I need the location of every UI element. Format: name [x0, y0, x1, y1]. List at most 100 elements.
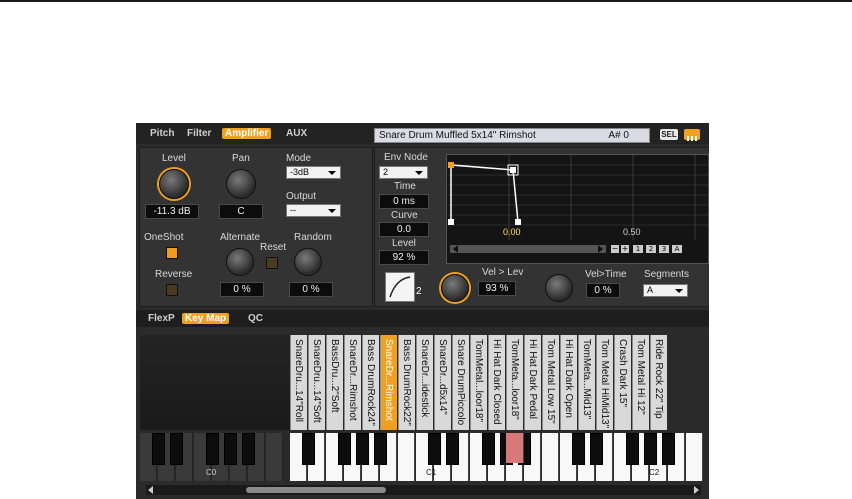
oneshot-toggle[interactable] — [166, 247, 178, 259]
sample-slot[interactable]: Snare DrumPiccolo — [452, 335, 469, 430]
sampler-editor: Pitch Filter Amplifier AUX Snare Drum Mu… — [136, 123, 709, 499]
segments-label: Segments — [644, 269, 690, 280]
sample-slot[interactable]: SnareDr...idestick — [416, 335, 433, 430]
scroll-right-arrow[interactable] — [694, 486, 699, 494]
sample-slot[interactable]: SnareDr...d5x14" — [434, 335, 451, 430]
key-map-scrollbar[interactable] — [146, 485, 701, 495]
vel-lev-knob[interactable] — [441, 274, 469, 302]
tab-key-map[interactable]: Key Map — [182, 313, 230, 324]
env-node-dropdown[interactable]: 2 — [379, 166, 428, 179]
piano-key-black[interactable] — [224, 433, 237, 465]
sample-slot[interactable]: Hi Hat Dark Closed — [488, 335, 505, 430]
octave-label-c2: C2 — [649, 468, 660, 477]
piano-key-black[interactable] — [338, 433, 351, 465]
sample-name: SnareDr...d5x14" — [437, 339, 448, 415]
piano-key-black[interactable] — [626, 433, 639, 465]
random-knob[interactable] — [294, 248, 322, 276]
tab-qc[interactable]: QC — [248, 313, 263, 324]
envelope-graph[interactable]: 0.00 0.50 − + 1 2 3 A — [446, 154, 709, 264]
zone-name: Snare Drum Muffled 5x14" Rimshot — [379, 130, 536, 141]
piano-key-black[interactable] — [170, 433, 183, 465]
tab-aux[interactable]: AUX — [286, 128, 307, 139]
tab-pitch[interactable]: Pitch — [150, 128, 174, 139]
piano-key-black[interactable] — [482, 433, 495, 465]
top-divider — [0, 0, 852, 2]
sample-name: TomMeta...Mid13" — [581, 339, 592, 420]
sample-slot[interactable]: Bass DrumRock24" — [362, 335, 379, 430]
sample-slot[interactable]: BassDru...2"Soft — [326, 335, 343, 430]
output-dropdown[interactable]: -- — [286, 204, 341, 217]
vel-lev-value[interactable]: 93 % — [478, 281, 516, 296]
octave-label-c1: C1 — [426, 468, 437, 477]
zoom-out-button[interactable]: − — [611, 245, 619, 253]
sample-slot[interactable]: SnareDru...14"Soft — [308, 335, 325, 430]
graph-button-1[interactable]: 1 — [633, 245, 643, 253]
random-value[interactable]: 0 % — [289, 282, 333, 297]
curve-value[interactable]: 0.0 — [379, 222, 429, 237]
graph-button-2[interactable]: 2 — [646, 245, 656, 253]
level-knob[interactable] — [159, 169, 189, 199]
piano-key-white[interactable] — [542, 433, 559, 481]
piano-key-black[interactable] — [356, 433, 369, 465]
piano-key-black[interactable] — [446, 433, 459, 465]
alternate-value[interactable]: 0 % — [220, 282, 264, 297]
reverse-toggle[interactable] — [166, 284, 178, 296]
piano-key-black[interactable] — [428, 433, 441, 465]
sample-slot[interactable]: Crash Dark 15" — [614, 335, 631, 430]
keyboard-icon[interactable] — [684, 129, 700, 141]
graph-button-3[interactable]: 3 — [659, 245, 669, 253]
zoom-in-button[interactable]: + — [621, 245, 629, 253]
piano-key-black[interactable] — [206, 433, 219, 465]
sample-slot[interactable]: SnareDr...Rimshot — [344, 335, 361, 430]
sample-slot-selected[interactable]: SnareDr...Rimshot — [380, 335, 397, 430]
pan-value[interactable]: C — [219, 204, 263, 219]
piano-key-black[interactable] — [572, 433, 585, 465]
segments-dropdown[interactable]: A — [643, 284, 688, 297]
piano-key-white[interactable] — [398, 433, 415, 481]
piano-key-black[interactable] — [644, 433, 657, 465]
alternate-knob[interactable] — [226, 248, 254, 276]
level-value[interactable]: -11.3 dB — [145, 204, 199, 219]
sample-slot[interactable]: Bass DrumRock22" — [398, 335, 415, 430]
scroll-thumb[interactable] — [246, 487, 386, 493]
piano-key-black[interactable] — [662, 433, 675, 465]
curve-shape-button[interactable] — [385, 272, 415, 302]
piano-key-black[interactable] — [590, 433, 603, 465]
tab-filter[interactable]: Filter — [187, 128, 211, 139]
zone-name-field[interactable]: Snare Drum Muffled 5x14" Rimshot A# 0 — [374, 128, 650, 143]
time-value[interactable]: 0 ms — [379, 194, 429, 209]
tab-flexp[interactable]: FlexP — [148, 313, 175, 324]
piano-key-black[interactable] — [242, 433, 255, 465]
sample-name: Bass DrumRock24" — [365, 339, 376, 426]
mode-dropdown[interactable]: -3dB — [286, 166, 341, 179]
piano-key-white[interactable] — [686, 433, 703, 481]
sample-slot[interactable]: Tom Metal Low 15" — [542, 335, 559, 430]
graph-button-a[interactable]: A — [672, 245, 682, 253]
pan-knob[interactable] — [226, 169, 256, 199]
sample-slot[interactable]: TomMeta...Mid13" — [578, 335, 595, 430]
sel-button[interactable]: SEL — [660, 129, 678, 140]
sample-slot[interactable]: Tom Metal HiMid13" — [596, 335, 613, 430]
piano-key-black[interactable] — [152, 433, 165, 465]
piano-key-black[interactable] — [302, 433, 315, 465]
vel-time-knob[interactable] — [545, 274, 573, 302]
scroll-left-arrow[interactable] — [148, 486, 153, 494]
sample-slot[interactable]: TomMeta...loor18" — [506, 335, 523, 430]
piano-key-black[interactable] — [374, 433, 387, 465]
reset-button[interactable] — [266, 257, 278, 269]
piano-key-white[interactable] — [266, 433, 283, 481]
sample-slot[interactable]: Hi Hat Dark Pedal — [524, 335, 541, 430]
piano-key-pressed[interactable] — [506, 433, 524, 463]
empty-mapping-area — [140, 335, 290, 430]
level-label: Level — [162, 153, 186, 164]
sample-slot[interactable]: SnareDru...14"Roll — [290, 335, 307, 430]
sample-slot[interactable]: Ride Rock 22" Tip — [650, 335, 667, 430]
sample-slot[interactable]: Hi Hat Dark Open — [560, 335, 577, 430]
sample-slot[interactable]: Tom Metal Hi 12" — [632, 335, 649, 430]
zone-key: A# 0 — [608, 130, 629, 141]
env-level-value[interactable]: 92 % — [379, 250, 429, 265]
vel-time-value[interactable]: 0 % — [586, 283, 620, 298]
tab-amplifier[interactable]: Amplifier — [222, 128, 272, 139]
time-marker-1: 0.50 — [623, 227, 641, 237]
sample-slot[interactable]: TomMetal...loor18" — [470, 335, 487, 430]
